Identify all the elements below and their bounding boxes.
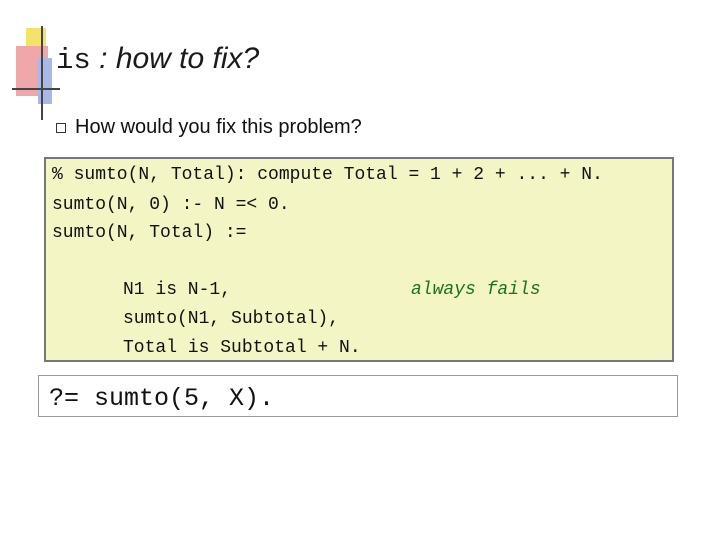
code-line-recursive-head: sumto(N, Total) :=	[52, 223, 247, 243]
corner-ornament-hline	[12, 88, 60, 90]
corner-ornament-vline	[41, 26, 43, 120]
bullet-text: How would you fix this problem?	[75, 116, 362, 138]
code-line-base-case: sumto(N, 0) :- N =< 0.	[52, 195, 290, 215]
code-line-comment: % sumto(N, Total): compute Total = 1 + 2…	[52, 165, 603, 185]
code-line-total: Total is Subtotal + N.	[123, 338, 361, 358]
title-keyword: is	[56, 44, 91, 77]
code-block: % sumto(N, Total): compute Total = 1 + 2…	[44, 157, 674, 362]
slide-title: is : how to fix?	[56, 42, 259, 77]
annotation-always-fails: always fails	[411, 280, 541, 300]
code-line-recursive-call: sumto(N1, Subtotal),	[123, 309, 340, 329]
title-text: : how to fix?	[90, 42, 260, 75]
square-bullet-icon	[56, 122, 66, 133]
bullet-item: How would you fix this problem?	[56, 116, 362, 139]
code-line-n1: N1 is N-1,	[123, 280, 232, 300]
query-box: ?= sumto(5, X).	[38, 375, 678, 417]
query-text: ?= sumto(5, X).	[49, 384, 275, 413]
